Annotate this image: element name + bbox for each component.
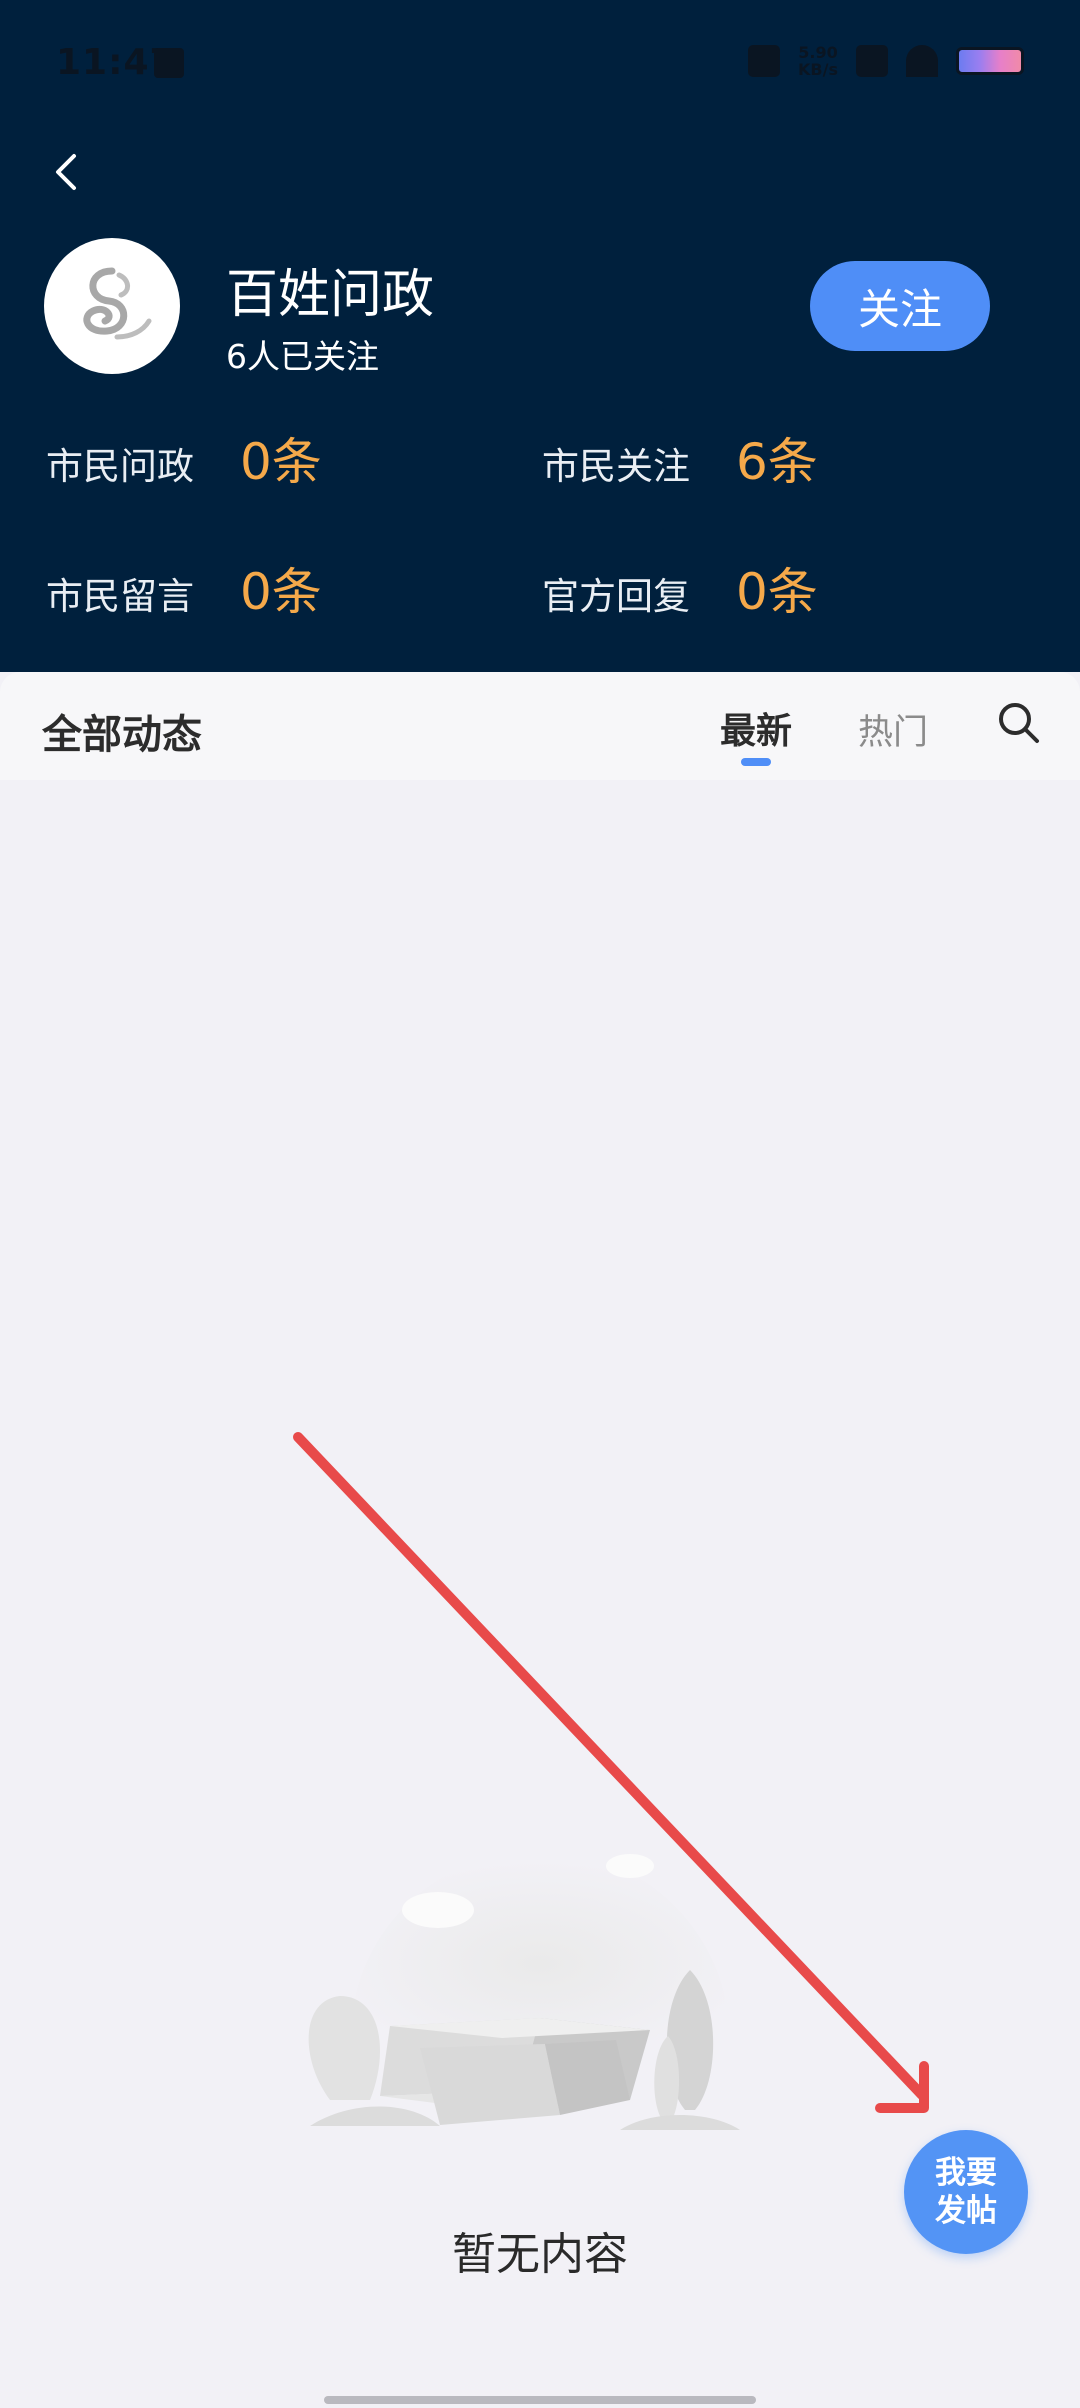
back-button[interactable] [44, 148, 92, 196]
stat-label: 官方回复 [542, 575, 690, 618]
channel-avatar [44, 238, 180, 374]
status-bar: 11:47 5.90 KB/s [0, 0, 1080, 130]
net-speed-unit: KB/s [798, 60, 838, 79]
stat-value: 6条 [736, 433, 818, 491]
empty-box-illustration [308, 1850, 740, 2130]
channel-logo-icon [83, 267, 152, 340]
section-title: 全部动态 [42, 712, 202, 758]
stat-citizen-follows: 市民关注 6条 [542, 422, 818, 494]
battery-icon [956, 47, 1024, 75]
chevron-left-icon [56, 154, 76, 190]
stat-label: 市民关注 [542, 445, 690, 488]
stat-citizen-messages: 市民留言 0条 [46, 552, 322, 624]
search-button[interactable] [994, 698, 1044, 748]
create-post-label-line1: 我要 [935, 2155, 997, 2191]
net-speed-value: 5.90 [798, 43, 838, 62]
stat-value: 0条 [240, 433, 322, 491]
feed-tab-bar: 全部动态 最新 热门 [0, 672, 1080, 780]
tab-latest[interactable]: 最新 [720, 702, 792, 754]
channel-title: 百姓问政 [226, 265, 435, 325]
stat-value: 0条 [240, 563, 322, 621]
create-post-label-line2: 发帖 [935, 2193, 997, 2229]
sim-icon [856, 45, 888, 77]
stat-citizen-questions: 市民问政 0条 [46, 422, 322, 494]
status-right: 5.90 KB/s [748, 44, 1024, 78]
stat-label: 市民留言 [46, 575, 194, 618]
create-post-label: 我要 发帖 [935, 2154, 997, 2230]
stat-label: 市民问政 [46, 445, 194, 488]
stat-value: 0条 [736, 563, 818, 621]
create-post-button[interactable]: 我要 发帖 [904, 2130, 1028, 2254]
active-tab-indicator [741, 758, 771, 766]
mute-icon [748, 45, 781, 77]
calendar-icon [154, 48, 184, 78]
channel-header: 11:47 5.90 KB/s 百姓问政 6人已关注 关注 市民问政 0条 市民… [0, 0, 1080, 672]
wifi-icon [906, 45, 938, 77]
follower-count: 6人已关注 [226, 337, 379, 376]
home-indicator[interactable] [324, 2396, 756, 2404]
net-speed: 5.90 KB/s [798, 44, 838, 78]
search-icon [999, 703, 1039, 743]
stat-official-replies: 官方回复 0条 [542, 552, 818, 624]
follow-button[interactable]: 关注 [810, 261, 990, 351]
tab-hot[interactable]: 热门 [858, 704, 928, 755]
